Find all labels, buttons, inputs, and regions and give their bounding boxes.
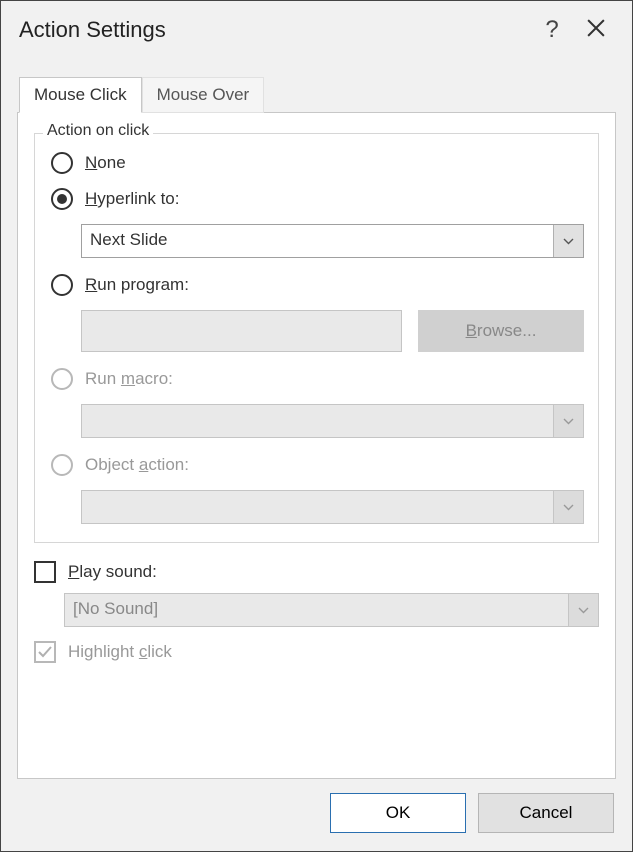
object-action-dropdown-button	[553, 491, 583, 523]
tab-mouse-click[interactable]: Mouse Click	[19, 77, 142, 113]
play-sound-checkbox[interactable]	[34, 561, 56, 583]
radio-hyperlink-label: Hyperlink to:	[85, 189, 179, 209]
run-macro-combo	[81, 404, 584, 438]
chevron-down-icon	[563, 418, 574, 425]
radio-run-program-label: Run program:	[85, 275, 189, 295]
checkmark-icon	[37, 644, 53, 660]
tab-bar: Mouse Click Mouse Over	[19, 77, 632, 113]
tab-panel: Action on click None Hyperlink to: Next …	[17, 112, 616, 779]
ok-button[interactable]: OK	[330, 793, 466, 833]
run-program-input	[81, 310, 402, 352]
sound-combo: [No Sound]	[64, 593, 599, 627]
radio-none-label: None	[85, 153, 126, 173]
hyperlink-combo[interactable]: Next Slide	[81, 224, 584, 258]
radio-run-program[interactable]	[51, 274, 73, 296]
dialog-footer: OK Cancel	[1, 779, 632, 851]
run-macro-value	[82, 405, 553, 437]
sound-dropdown-button	[568, 594, 598, 626]
chevron-down-icon	[563, 238, 574, 245]
radio-object-action-label: Object action:	[85, 455, 189, 475]
run-macro-dropdown-button	[553, 405, 583, 437]
highlight-click-checkbox	[34, 641, 56, 663]
titlebar: Action Settings ?	[1, 1, 632, 57]
play-sound-label: Play sound:	[68, 562, 157, 582]
radio-object-action-row: Object action:	[51, 454, 584, 476]
cancel-button[interactable]: Cancel	[478, 793, 614, 833]
radio-none[interactable]	[51, 152, 73, 174]
radio-run-macro-row: Run macro:	[51, 368, 584, 390]
close-icon	[587, 19, 605, 37]
browse-label: Browse...	[466, 321, 537, 341]
run-program-row: Browse...	[81, 310, 584, 352]
radio-run-macro	[51, 368, 73, 390]
tab-mouse-over[interactable]: Mouse Over	[142, 77, 265, 113]
chevron-down-icon	[563, 504, 574, 511]
hyperlink-value: Next Slide	[82, 225, 553, 257]
radio-run-macro-label: Run macro:	[85, 369, 173, 389]
radio-hyperlink[interactable]	[51, 188, 73, 210]
radio-object-action	[51, 454, 73, 476]
hyperlink-dropdown-button[interactable]	[553, 225, 583, 257]
object-action-combo	[81, 490, 584, 524]
sound-value: [No Sound]	[65, 594, 568, 626]
dialog-title: Action Settings	[19, 17, 530, 43]
browse-button: Browse...	[418, 310, 584, 352]
highlight-click-row: Highlight click	[34, 641, 599, 663]
action-settings-dialog: Action Settings ? Mouse Click Mouse Over…	[0, 0, 633, 852]
chevron-down-icon	[578, 607, 589, 614]
highlight-click-label: Highlight click	[68, 642, 172, 662]
play-sound-row[interactable]: Play sound:	[34, 561, 599, 583]
radio-hyperlink-row[interactable]: Hyperlink to:	[51, 188, 584, 210]
radio-run-program-row[interactable]: Run program:	[51, 274, 584, 296]
radio-none-row[interactable]: None	[51, 152, 584, 174]
object-action-value	[82, 491, 553, 523]
help-button[interactable]: ?	[530, 16, 574, 44]
close-button[interactable]	[574, 19, 618, 41]
group-label: Action on click	[43, 122, 153, 140]
action-on-click-group: Action on click None Hyperlink to: Next …	[34, 133, 599, 543]
